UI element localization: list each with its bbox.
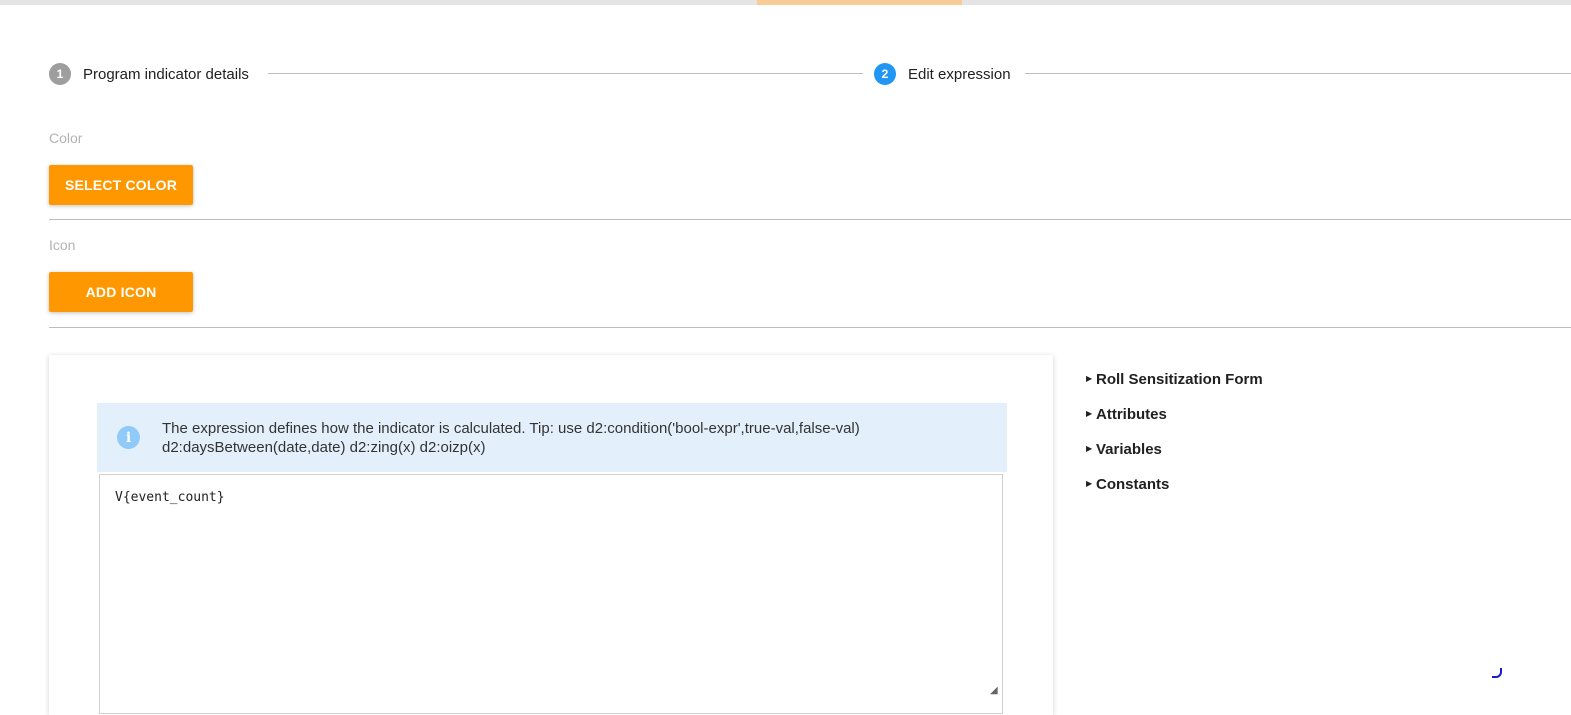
select-color-button[interactable]: SELECT COLOR (49, 165, 193, 205)
step-number-2: 2 (874, 63, 896, 85)
expression-textarea[interactable]: V{event_count} (99, 474, 1003, 714)
resize-handle-icon[interactable]: ◢ (990, 686, 1000, 696)
step-label-1: Program indicator details (83, 65, 249, 83)
info-icon: i (117, 426, 140, 449)
tree-item-label: Variables (1096, 441, 1162, 458)
expression-info-box: i The expression defines how the indicat… (97, 403, 1007, 472)
step-program-indicator-details[interactable]: 1 Program indicator details (49, 62, 249, 86)
step-connector (268, 73, 863, 74)
tree-item-attributes[interactable]: ▶ Attributes (1086, 397, 1486, 432)
tree-expand-arrow-icon: ▶ (1086, 479, 1093, 488)
expression-card: i The expression defines how the indicat… (49, 355, 1053, 715)
tree-expand-arrow-icon: ▶ (1086, 374, 1093, 383)
step-label-2: Edit expression (908, 65, 1011, 83)
tree-expand-arrow-icon: ▶ (1086, 444, 1093, 453)
tree-item-variables[interactable]: ▶ Variables (1086, 432, 1486, 467)
color-label: Color (49, 130, 83, 146)
color-divider (49, 219, 1571, 220)
tree-item-label: Constants (1096, 476, 1170, 493)
expression-items-tree: ▶ Roll Sensitization Form ▶ Attributes ▶… (1086, 362, 1486, 502)
tree-item-label: Roll Sensitization Form (1096, 371, 1263, 388)
add-icon-button[interactable]: ADD ICON (49, 272, 193, 312)
top-progress-bar-accent (757, 0, 962, 5)
loading-spinner-icon (1492, 668, 1502, 678)
step-trailing-line (1025, 73, 1571, 74)
expression-info-text: The expression defines how the indicator… (162, 420, 860, 456)
step-number-1: 1 (49, 63, 71, 85)
icon-divider (49, 327, 1571, 328)
icon-label: Icon (49, 237, 76, 253)
stepper: 1 Program indicator details 2 Edit expre… (49, 62, 1571, 86)
step-edit-expression[interactable]: 2 Edit expression (874, 62, 1011, 86)
tree-item-label: Attributes (1096, 406, 1167, 423)
tree-item-roll-sensitization-form[interactable]: ▶ Roll Sensitization Form (1086, 362, 1486, 397)
tree-expand-arrow-icon: ▶ (1086, 409, 1093, 418)
tree-item-constants[interactable]: ▶ Constants (1086, 467, 1486, 502)
